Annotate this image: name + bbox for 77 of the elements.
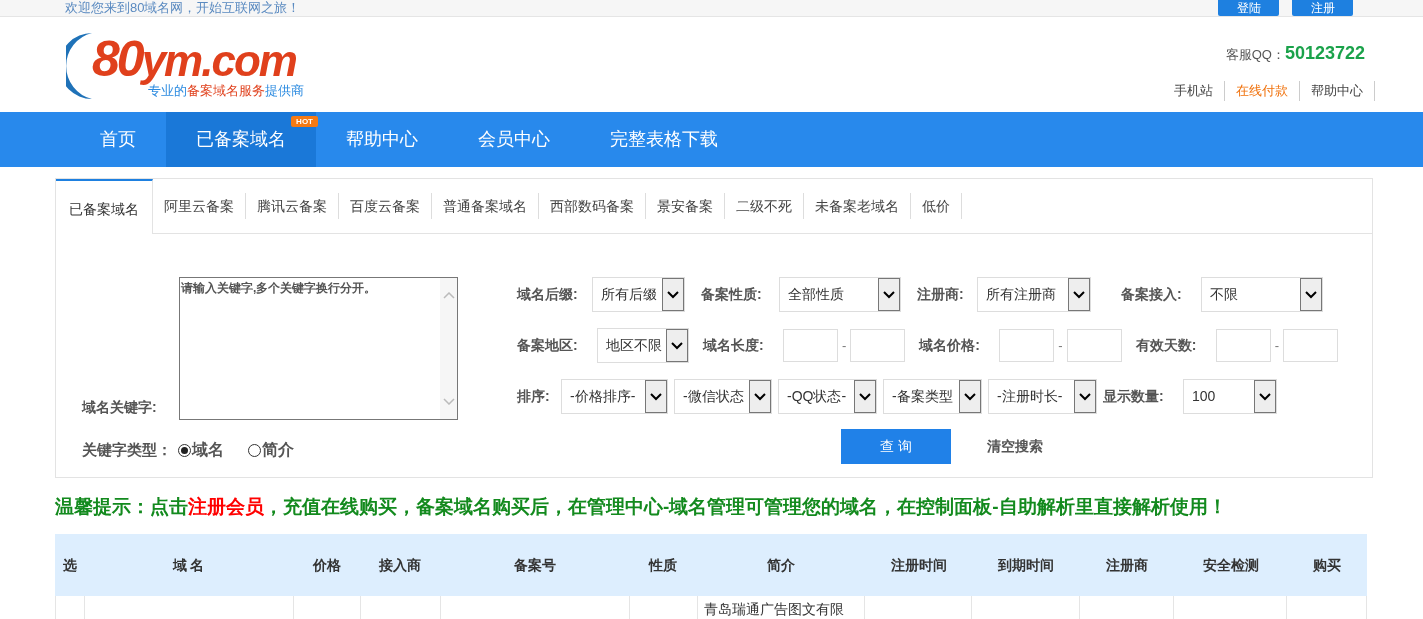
filter-label: 域名长度: xyxy=(703,336,765,355)
nav-item[interactable]: 会员中心 xyxy=(448,112,580,167)
filter-label: 显示数量: xyxy=(1103,387,1165,406)
filter-select[interactable]: 地区不限 xyxy=(597,328,689,363)
search-button[interactable]: 查 询 xyxy=(841,429,951,464)
range-from-field[interactable] xyxy=(783,329,838,362)
qq-number: 50123722 xyxy=(1284,42,1365,65)
category-tab[interactable]: 已备案域名 xyxy=(56,179,153,234)
filter-select[interactable]: 全部性质 xyxy=(779,277,901,312)
column-header: 注册商 xyxy=(1105,555,1149,575)
filter-label: 排序: xyxy=(517,387,551,406)
keyword-type-label: 关键字类型： xyxy=(82,439,172,460)
column-header: 性质 xyxy=(647,555,678,575)
column-header: 到期时间 xyxy=(997,555,1055,575)
nav-item[interactable]: 首页 xyxy=(70,112,166,167)
qq-label: 客服QQ： xyxy=(1225,46,1285,64)
column-header: 域 名 xyxy=(171,555,206,575)
keyword-textarea[interactable]: 请输入关键字,多个关键字换行分开。 xyxy=(179,277,458,420)
column-header: 注册时间 xyxy=(889,555,948,575)
category-tab[interactable]: 阿里云备案 xyxy=(153,179,246,233)
welcome-text: 欢迎您来到80域名网，开始互联网之旅！ xyxy=(65,0,301,16)
range-to-field[interactable] xyxy=(850,329,906,362)
category-tab[interactable]: 低价 xyxy=(911,179,962,233)
range-separator: - xyxy=(1274,336,1280,355)
category-tab[interactable]: 景安备案 xyxy=(646,179,725,233)
nav-item[interactable]: 完整表格下载 xyxy=(580,112,748,167)
tip-text: 温馨提示：点击注册会员，充值在线购买，备案域名购买后，在管理中心-域名管理可管理您的域名，在控制面板-自助解析里直接解析使用！ xyxy=(55,495,1228,519)
column-header: 价格 xyxy=(311,555,342,575)
top-button[interactable]: 登陆 xyxy=(1218,0,1279,16)
hot-badge: HOT xyxy=(291,116,318,127)
range-from-field[interactable] xyxy=(999,329,1055,362)
range-to-field[interactable] xyxy=(1283,329,1339,362)
filter-label: 备案地区: xyxy=(517,336,579,355)
scroll-up-icon[interactable] xyxy=(442,292,455,299)
column-header: 备案号 xyxy=(512,555,557,575)
filter-select[interactable]: 不限 xyxy=(1201,277,1323,312)
filter-select[interactable]: 所有注册商 xyxy=(977,277,1091,312)
column-header: 安全检测 xyxy=(1201,555,1260,575)
header-link[interactable]: 手机站 xyxy=(1163,81,1225,101)
filter-label: 备案接入: xyxy=(1121,285,1183,304)
filter-select[interactable]: 100 xyxy=(1183,379,1277,414)
column-header: 接入商 xyxy=(378,555,422,575)
category-tab[interactable]: 百度云备案 xyxy=(339,179,432,233)
keyword-type-radio[interactable]: 简介 xyxy=(248,438,294,462)
column-header: 简介 xyxy=(766,555,796,575)
filter-select[interactable]: -注册时长- xyxy=(988,379,1097,414)
filter-label: 注册商: xyxy=(917,285,965,304)
filter-label: 有效天数: xyxy=(1135,336,1198,355)
filter-select[interactable]: -QQ状态- xyxy=(778,379,877,414)
intro-cell: 青岛瑞通广告图文有限 xyxy=(703,601,844,617)
keyword-type-radio[interactable]: 域名 xyxy=(178,438,224,462)
column-header: 购买 xyxy=(1312,555,1342,575)
category-tab[interactable]: 二级不死 xyxy=(725,179,804,233)
nav-item[interactable]: 已备案域名 HOT xyxy=(166,112,316,167)
category-tab[interactable]: 腾讯云备案 xyxy=(246,179,339,233)
filter-select[interactable]: -微信状态 xyxy=(674,379,772,414)
filter-label: 备案性质: xyxy=(701,285,763,304)
category-tab[interactable]: 普通备案域名 xyxy=(432,179,539,233)
nav-item[interactable]: 帮助中心 xyxy=(316,112,448,167)
site-logo[interactable]: 80ym.com 专业的备案域名服务提供商 xyxy=(66,26,316,103)
range-from-field[interactable] xyxy=(1215,329,1271,362)
top-button[interactable]: 注册 xyxy=(1292,0,1353,16)
filter-select[interactable]: 所有后缀 xyxy=(592,277,685,312)
column-header: 选 xyxy=(61,555,78,575)
category-tab[interactable]: 未备案老域名 xyxy=(804,179,911,233)
range-to-field[interactable] xyxy=(1066,329,1122,362)
keyword-label: 域名关键字: xyxy=(82,398,158,417)
filter-label: 域名后缀: xyxy=(517,285,579,304)
filter-label: 域名价格: xyxy=(919,336,981,355)
filter-select[interactable]: -备案类型 xyxy=(883,379,982,414)
filter-select[interactable]: -价格排序- xyxy=(561,379,668,414)
header-link[interactable]: 帮助中心 xyxy=(1300,81,1375,101)
range-separator: - xyxy=(842,336,847,355)
clear-search-link[interactable]: 清空搜索 xyxy=(987,436,1043,457)
scroll-down-icon[interactable] xyxy=(442,398,455,405)
range-separator: - xyxy=(1058,336,1063,355)
category-tab[interactable]: 西部数码备案 xyxy=(539,179,646,233)
